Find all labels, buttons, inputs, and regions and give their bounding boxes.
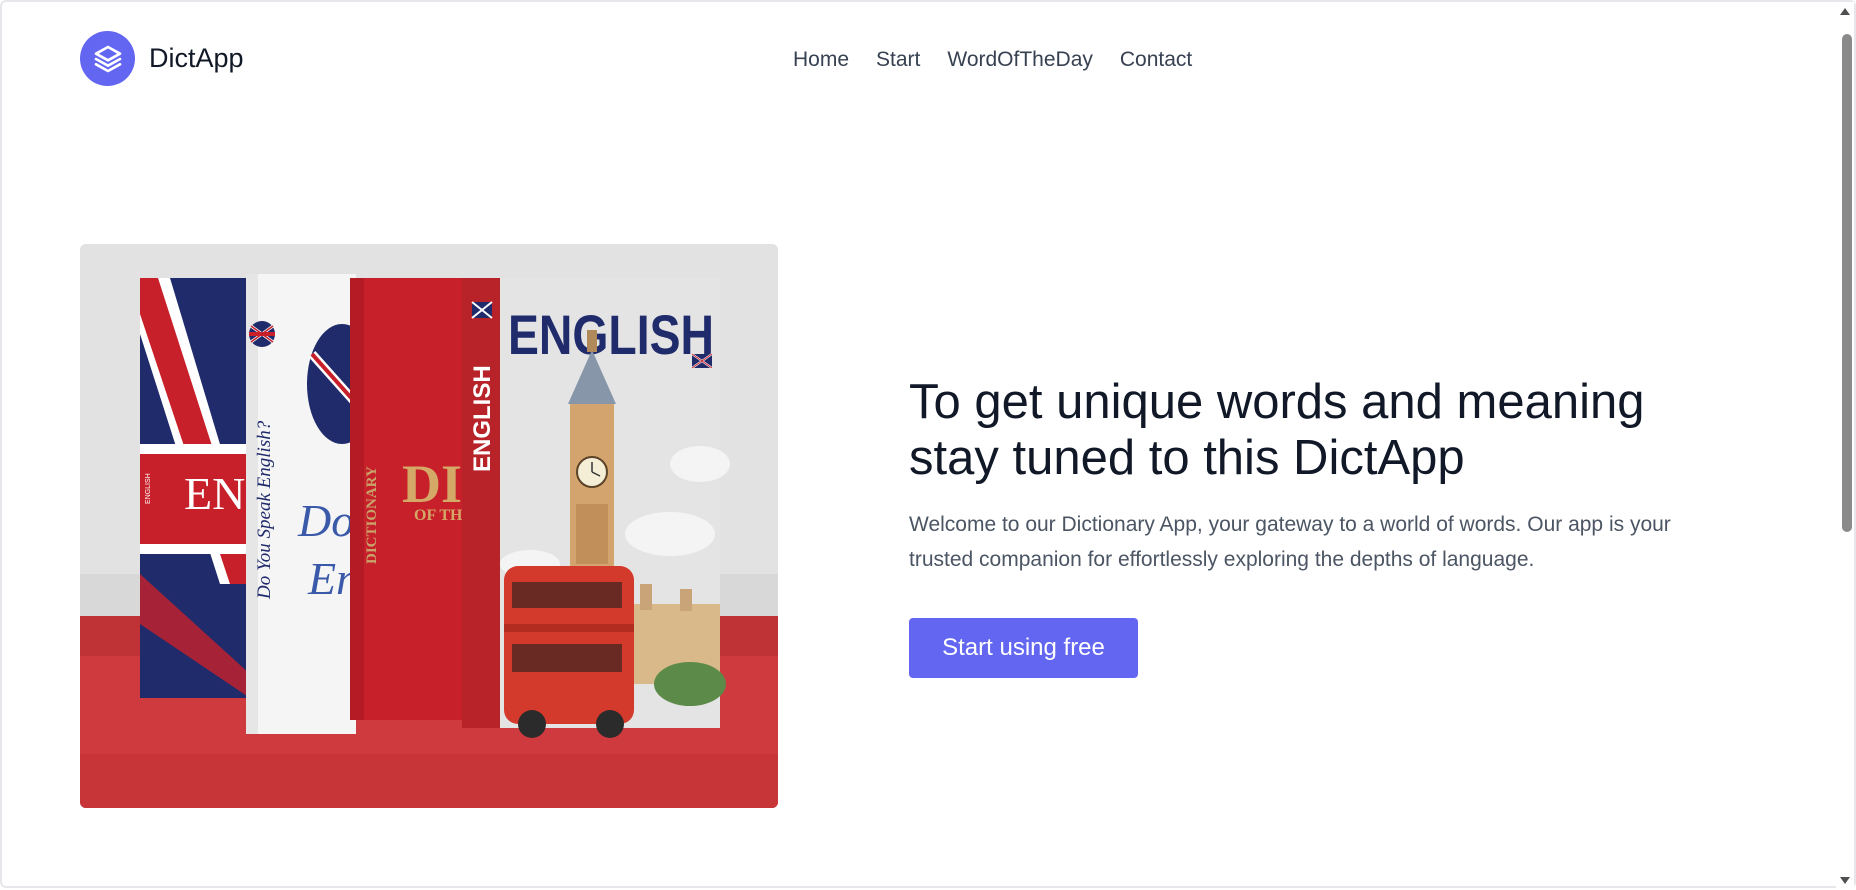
- nav-word-of-the-day[interactable]: WordOfTheDay: [947, 46, 1093, 74]
- book-union-jack: ENGLISH EN: [140, 278, 250, 698]
- browser-frame: DictApp Home Start WordOfTheDay Contact …: [0, 0, 1856, 890]
- start-using-free-button[interactable]: Start using free: [909, 618, 1138, 678]
- vertical-scrollbar[interactable]: [1836, 2, 1854, 890]
- scroll-up-arrow-icon[interactable]: [1840, 8, 1850, 15]
- nav-start[interactable]: Start: [876, 46, 920, 74]
- book-english-big-ben: ENGLISH ENGLISH: [462, 278, 730, 738]
- logo-text: DictApp: [149, 43, 244, 73]
- book-text-do: Do: [297, 495, 354, 546]
- spine-text-do-you-speak: Do You Speak English?: [254, 420, 275, 600]
- book-cover-title: ENGLISH: [508, 303, 714, 366]
- nav-contact[interactable]: Contact: [1120, 46, 1192, 74]
- scroll-down-arrow-icon[interactable]: [1840, 877, 1850, 884]
- spine-text-english: ENGLISH: [469, 365, 496, 472]
- hero-title: To get unique words and meaning stay tun…: [909, 375, 1645, 485]
- spine-text-english-small: ENGLISH: [145, 473, 152, 504]
- spine-text-dictionary: DICTIONARY: [364, 466, 380, 564]
- hero-image: ENGLISH EN Do You Speak English? Do Eng: [80, 244, 778, 808]
- book-text-en: EN: [184, 468, 245, 519]
- hero-description: Welcome to our Dictionary App, your gate…: [909, 513, 1671, 571]
- scroll-thumb[interactable]: [1842, 34, 1852, 532]
- logo[interactable]: DictApp: [80, 31, 244, 86]
- main-nav: Home Start WordOfTheDay Contact: [793, 46, 1192, 74]
- layers-icon: [80, 31, 135, 86]
- nav-home[interactable]: Home: [793, 46, 849, 74]
